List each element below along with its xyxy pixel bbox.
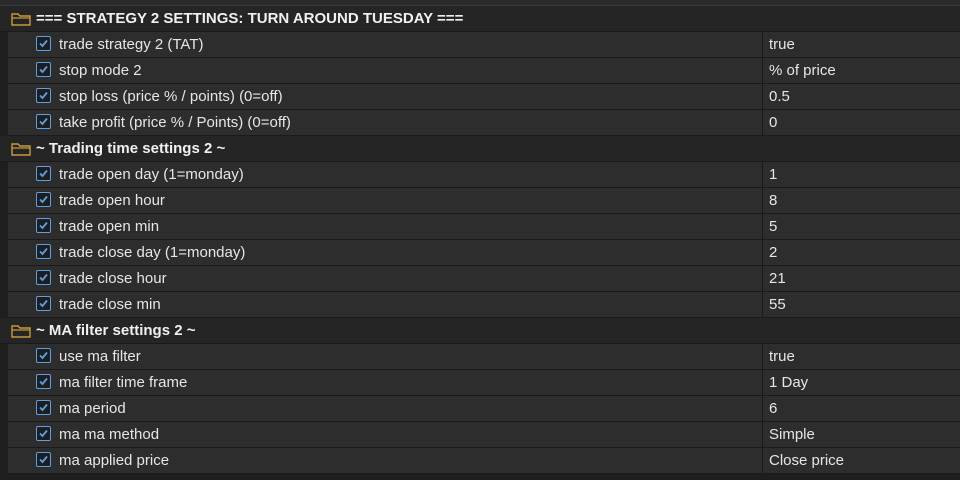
setting-value[interactable]: 0	[769, 110, 777, 136]
setting-row[interactable]: trade close hour 21	[8, 266, 960, 292]
column-divider	[762, 266, 763, 291]
setting-name: trade open hour	[59, 192, 165, 209]
setting-row[interactable]: trade close day (1=monday) 2	[8, 240, 960, 266]
setting-row[interactable]: trade open hour 8	[8, 188, 960, 214]
setting-row[interactable]: ma applied price Close price	[8, 448, 960, 474]
group-header[interactable]: ~ Trading time settings 2 ~	[0, 136, 960, 162]
setting-row[interactable]: use ma filter true	[8, 344, 960, 370]
setting-name: trade close min	[59, 296, 161, 313]
folder-icon	[11, 325, 31, 338]
checkbox-checked-icon[interactable]	[36, 218, 51, 233]
checkbox-checked-icon[interactable]	[36, 426, 51, 441]
setting-row[interactable]: stop mode 2 % of price	[8, 58, 960, 84]
setting-value[interactable]: 1 Day	[769, 370, 808, 396]
column-divider	[762, 84, 763, 109]
checkbox-checked-icon[interactable]	[36, 36, 51, 51]
checkbox-checked-icon[interactable]	[36, 348, 51, 363]
setting-row[interactable]: trade open min 5	[8, 214, 960, 240]
checkbox-checked-icon[interactable]	[36, 114, 51, 129]
group-title: ~ Trading time settings 2 ~	[36, 140, 226, 157]
setting-value[interactable]: 8	[769, 188, 777, 214]
setting-name: stop loss (price % / points) (0=off)	[59, 88, 283, 105]
setting-name: ma filter time frame	[59, 374, 188, 391]
setting-row[interactable]: ma period 6	[8, 396, 960, 422]
column-divider	[762, 396, 763, 421]
checkbox-checked-icon[interactable]	[36, 374, 51, 389]
setting-name: take profit (price % / Points) (0=off)	[59, 114, 291, 131]
checkbox-checked-icon[interactable]	[36, 296, 51, 311]
setting-value[interactable]: 21	[769, 266, 786, 292]
column-divider	[762, 162, 763, 187]
setting-value[interactable]: 55	[769, 292, 786, 318]
setting-value[interactable]: 2	[769, 240, 777, 266]
setting-name: stop mode 2	[59, 62, 142, 79]
column-divider	[762, 240, 763, 265]
setting-value[interactable]: 6	[769, 396, 777, 422]
setting-row[interactable]: take profit (price % / Points) (0=off) 0	[8, 110, 960, 136]
column-divider	[762, 422, 763, 447]
setting-name: ma applied price	[59, 452, 170, 469]
column-divider	[762, 448, 763, 473]
setting-row[interactable]: ma filter time frame 1 Day	[8, 370, 960, 396]
setting-value[interactable]: true	[769, 32, 795, 58]
settings-list: === STRATEGY 2 SETTINGS: TURN AROUND TUE…	[0, 6, 960, 474]
group-header[interactable]: === STRATEGY 2 SETTINGS: TURN AROUND TUE…	[0, 6, 960, 32]
setting-value[interactable]: true	[769, 344, 795, 370]
setting-row[interactable]: trade open day (1=monday) 1	[8, 162, 960, 188]
column-divider	[762, 188, 763, 213]
column-divider	[762, 370, 763, 395]
setting-value[interactable]: 1	[769, 162, 777, 188]
setting-row[interactable]: ma ma method Simple	[8, 422, 960, 448]
checkbox-checked-icon[interactable]	[36, 244, 51, 259]
setting-name: trade open day (1=monday)	[59, 166, 244, 183]
checkbox-checked-icon[interactable]	[36, 452, 51, 467]
column-divider	[762, 110, 763, 135]
setting-value[interactable]: 5	[769, 214, 777, 240]
setting-row[interactable]: trade strategy 2 (TAT) true	[8, 32, 960, 58]
setting-value[interactable]: Simple	[769, 422, 815, 448]
column-divider	[762, 32, 763, 57]
setting-name: trade strategy 2 (TAT)	[59, 36, 204, 53]
group-header[interactable]: ~ MA filter settings 2 ~	[0, 318, 960, 344]
setting-name: trade open min	[59, 218, 160, 235]
settings-panel: === STRATEGY 2 SETTINGS: TURN AROUND TUE…	[0, 0, 960, 480]
folder-icon	[11, 143, 31, 156]
setting-value[interactable]: % of price	[769, 58, 836, 84]
folder-icon	[11, 13, 31, 26]
checkbox-checked-icon[interactable]	[36, 270, 51, 285]
setting-name: ma ma method	[59, 426, 160, 443]
column-divider	[762, 292, 763, 317]
setting-name: ma period	[59, 400, 126, 417]
checkbox-checked-icon[interactable]	[36, 88, 51, 103]
setting-value[interactable]: 0.5	[769, 84, 790, 110]
column-divider	[762, 58, 763, 83]
setting-name: use ma filter	[59, 348, 141, 365]
setting-row[interactable]: trade close min 55	[8, 292, 960, 318]
checkbox-checked-icon[interactable]	[36, 400, 51, 415]
group-title: === STRATEGY 2 SETTINGS: TURN AROUND TUE…	[36, 10, 464, 27]
setting-name: trade close hour	[59, 270, 167, 287]
setting-row[interactable]: stop loss (price % / points) (0=off) 0.5	[8, 84, 960, 110]
setting-name: trade close day (1=monday)	[59, 244, 246, 261]
group-title: ~ MA filter settings 2 ~	[36, 322, 196, 339]
checkbox-checked-icon[interactable]	[36, 62, 51, 77]
checkbox-checked-icon[interactable]	[36, 166, 51, 181]
column-divider	[762, 344, 763, 369]
checkbox-checked-icon[interactable]	[36, 192, 51, 207]
setting-value[interactable]: Close price	[769, 448, 844, 474]
column-divider	[762, 214, 763, 239]
